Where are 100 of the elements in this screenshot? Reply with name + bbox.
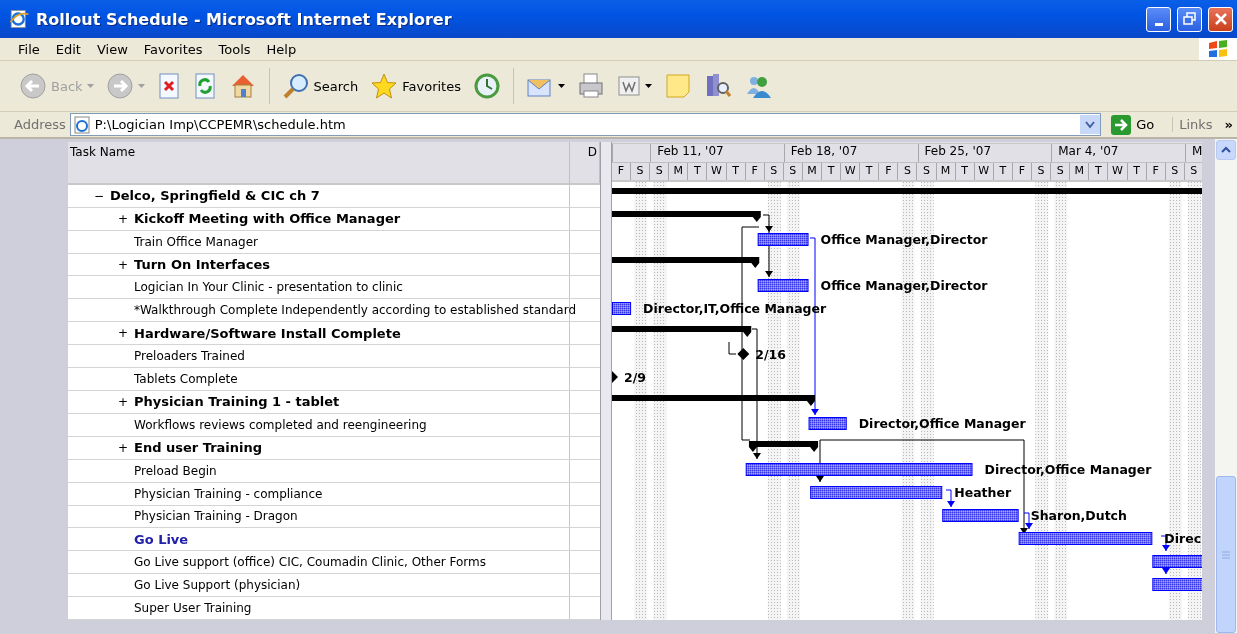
task-name: End user Training (134, 440, 263, 456)
day-label: M (1070, 163, 1090, 181)
resource-label: Office Manager,Director (820, 278, 988, 294)
more-links-button[interactable]: » (1216, 117, 1237, 132)
search-button[interactable]: Search (278, 70, 362, 102)
resource-label: Director,IT,Office Manager (643, 301, 827, 317)
week-label: Mar 4, '07 (1051, 144, 1185, 163)
resource-label: Direc (1164, 531, 1202, 547)
arrow-right-icon (1111, 114, 1132, 135)
task-name: *Walkthrough Complete Independently according to established standard (134, 303, 576, 318)
task-name: Tablets Complete (134, 372, 238, 387)
day-label: S (1165, 163, 1185, 181)
note-icon (663, 72, 692, 100)
page-icon (72, 115, 91, 134)
refresh-icon (192, 72, 217, 100)
address-box[interactable]: P:\Logician Imp\CCPEMR\schedule.htm (69, 113, 1102, 136)
day-label: M (669, 163, 689, 181)
day-label: S (631, 163, 651, 181)
task-name: Delco, Springfield & CIC ch 7 (110, 188, 320, 204)
star-icon (370, 72, 399, 100)
outline-toggle[interactable]: + (118, 440, 134, 455)
day-label: F (879, 163, 899, 181)
menu-item[interactable]: File (10, 41, 48, 57)
day-label: S (650, 163, 670, 181)
menu-item[interactable]: Tools (210, 41, 259, 57)
window-title: Rollout Schedule - Microsoft Internet Explorer (36, 9, 453, 29)
go-button[interactable]: Go (1105, 114, 1169, 135)
task-name: Go Live (134, 531, 189, 547)
task-name: Hardware/Software Install Complete (134, 325, 401, 341)
minimize-button[interactable] (1146, 6, 1171, 32)
caret-icon (137, 84, 145, 88)
column-header: Task Name (68, 142, 570, 183)
task-name: Super User Training (134, 601, 252, 616)
split-bar[interactable] (600, 142, 612, 620)
day-label: F (1012, 163, 1033, 181)
resource-label: Director,Office Manager (984, 462, 1152, 478)
scroll-thumb[interactable] (1216, 476, 1236, 633)
address-label: Address (14, 117, 66, 132)
day-label: M (936, 163, 956, 181)
day-label: S (1184, 163, 1203, 181)
favorites-button[interactable]: Favorites (367, 70, 464, 102)
windows-logo (1199, 38, 1237, 60)
outline-toggle[interactable]: + (118, 394, 134, 409)
day-label: T (822, 163, 842, 181)
close-button[interactable] (1208, 6, 1233, 32)
task-name: Kickoff Meeting with Office Manager (134, 211, 401, 227)
links-label[interactable]: Links (1172, 117, 1213, 132)
day-label: T (1127, 163, 1147, 181)
resource-label: Office Manager,Director (820, 232, 988, 248)
caret-icon (557, 84, 565, 88)
search-icon (281, 72, 310, 100)
restore-icon (1182, 12, 1197, 26)
week-label: Feb 11, '07 (650, 144, 784, 163)
outline-toggle[interactable]: + (118, 257, 134, 272)
day-label: T (688, 163, 708, 181)
stop-icon (156, 72, 181, 100)
day-label: S (1051, 163, 1071, 181)
menu-item[interactable]: Favorites (135, 41, 211, 57)
day-label: F (1146, 163, 1166, 181)
day-label: S (898, 163, 918, 181)
resource-label: Sharon,Dutch (1030, 508, 1127, 524)
menu-item[interactable]: View (88, 41, 136, 57)
day-label: T (726, 163, 746, 181)
day-label: T (1089, 163, 1109, 181)
browser-icon (8, 8, 30, 30)
outline-toggle[interactable]: + (118, 326, 134, 341)
day-label: T (860, 163, 880, 181)
day-label: W (707, 163, 727, 181)
close-icon (1213, 12, 1228, 26)
day-label: S (917, 163, 937, 181)
task-name: Workflows reviews completed and reengineering (134, 417, 427, 432)
scroll-up-button[interactable] (1216, 140, 1236, 160)
day-label: F (611, 163, 632, 181)
menu-item[interactable]: Help (258, 41, 305, 57)
day-label: W (974, 163, 994, 181)
task-name: Train Office Manager (134, 234, 259, 249)
menu-item[interactable]: Edit (47, 41, 89, 57)
caret-icon (644, 84, 652, 88)
day-label: S (1032, 163, 1052, 181)
task-name: Go Live Support (physician) (134, 578, 301, 593)
day-label: T (993, 163, 1013, 181)
outline-toggle[interactable]: − (94, 188, 110, 203)
outline-toggle[interactable]: + (118, 211, 134, 226)
scrollbar[interactable] (1215, 139, 1237, 633)
task-name: Physician Training 1 - tablet (134, 394, 340, 410)
week-label: Feb 25, '07 (917, 144, 1052, 163)
resource-label: 2/16 (755, 347, 786, 363)
task-name: Logician In Your Clinic - presentation to clinic (134, 280, 403, 295)
chevron-down-icon (1085, 120, 1096, 129)
task-name: Go Live support (office) CIC, Coumadin Clinic, Other Forms (134, 555, 486, 570)
task-name: Physician Training - compliance (134, 486, 323, 501)
document-icon (616, 74, 641, 98)
dropdown-button[interactable] (1080, 115, 1101, 134)
clock-icon (472, 72, 501, 100)
address-field[interactable]: P:\Logician Imp\CCPEMR\schedule.htm (94, 117, 1077, 132)
week-label: Feb 18, '07 (783, 144, 918, 163)
printer-icon (576, 72, 605, 100)
resource-label: 2/9 (623, 370, 646, 386)
task-name: Preload Begin (134, 463, 217, 478)
restore-button[interactable] (1177, 6, 1202, 32)
